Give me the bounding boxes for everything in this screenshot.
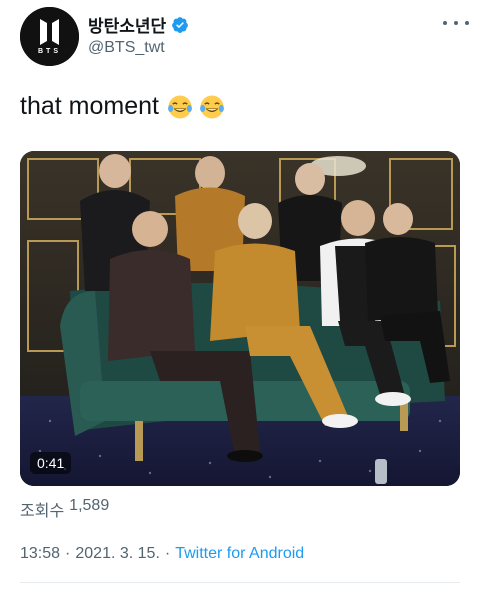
- separator: ·: [164, 545, 171, 562]
- dot: [465, 21, 469, 25]
- avatar[interactable]: BTS: [20, 7, 79, 66]
- tweet-video[interactable]: 0:41: [20, 151, 460, 486]
- display-name[interactable]: 방탄소년단: [88, 12, 166, 37]
- author-handle[interactable]: @BTS_twt: [88, 39, 165, 57]
- dot: [443, 21, 447, 25]
- author-name-row[interactable]: 방탄소년단: [88, 12, 189, 37]
- bts-logo-icon: [20, 7, 79, 66]
- video-thumbnail: [20, 151, 460, 486]
- tweet-source-link[interactable]: Twitter for Android: [175, 545, 304, 563]
- tweet-date[interactable]: 2021. 3. 15.: [75, 545, 160, 563]
- divider: [20, 582, 460, 583]
- tweet-body: that moment: [20, 92, 159, 120]
- video-duration: 0:41: [30, 452, 72, 474]
- view-count: 조회수 1,589: [20, 497, 109, 521]
- tweet-time[interactable]: 13:58: [20, 545, 60, 563]
- face-with-tears-of-joy-icon: [168, 94, 192, 119]
- dot: [454, 21, 458, 25]
- avatar-text: BTS: [38, 48, 61, 55]
- face-with-tears-of-joy-icon: [200, 94, 224, 119]
- separator: ·: [65, 545, 71, 562]
- views-label: 조회수: [20, 503, 65, 520]
- more-options-icon[interactable]: [443, 16, 469, 30]
- tweet-text: that moment: [20, 92, 225, 121]
- verified-badge-icon: [172, 16, 189, 33]
- tweet-meta: 13:58 · 2021. 3. 15. · Twitter for Andro…: [20, 545, 304, 563]
- views-count: 1,589: [69, 497, 110, 514]
